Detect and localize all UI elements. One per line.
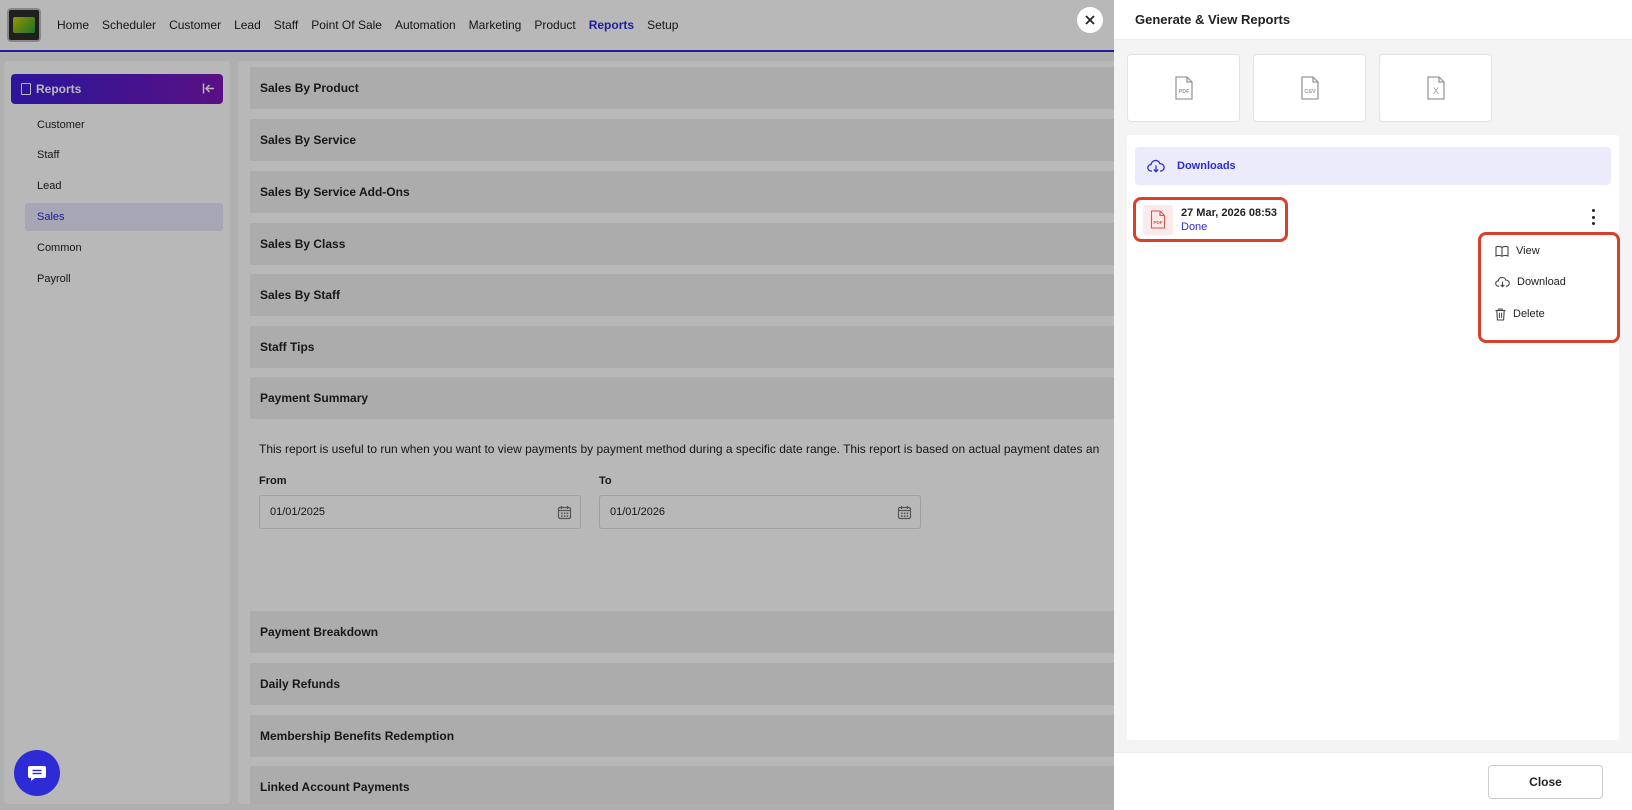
modal-backdrop[interactable] bbox=[0, 0, 1114, 810]
export-csv-button[interactable]: CSV bbox=[1253, 54, 1366, 122]
delete-label: Delete bbox=[1513, 308, 1545, 320]
file-status: Done bbox=[1181, 220, 1208, 233]
pdf-file-icon: PDF bbox=[1174, 76, 1193, 100]
pdf-thumbnail: PDF bbox=[1143, 204, 1173, 235]
view-label: View bbox=[1516, 245, 1540, 257]
menu-item-view[interactable]: View bbox=[1495, 240, 1540, 262]
file-timestamp: 27 Mar, 2026 08:53 bbox=[1181, 206, 1278, 219]
downloads-tab[interactable]: Downloads bbox=[1135, 147, 1611, 185]
trash-icon bbox=[1495, 307, 1506, 321]
downloads-label: Downloads bbox=[1177, 160, 1236, 172]
csv-tile-label: CSV bbox=[1304, 89, 1316, 95]
export-excel-button[interactable]: X bbox=[1379, 54, 1492, 122]
cloud-download-icon bbox=[1147, 159, 1165, 173]
cloud-download-icon bbox=[1495, 276, 1510, 288]
drawer-footer: Close bbox=[1114, 752, 1632, 810]
chat-icon bbox=[28, 766, 46, 781]
pdf-thumb-label: PDF bbox=[1153, 220, 1162, 225]
menu-item-download[interactable]: Download bbox=[1495, 271, 1566, 293]
csv-file-icon: CSV bbox=[1300, 76, 1319, 100]
close-icon bbox=[1085, 15, 1095, 25]
close-drawer-button[interactable] bbox=[1077, 7, 1103, 33]
excel-tile-label: X bbox=[1432, 86, 1438, 96]
excel-file-icon: X bbox=[1426, 76, 1445, 100]
report-file-item[interactable]: PDF 27 Mar, 2026 08:53 Done bbox=[1133, 197, 1288, 242]
book-open-icon bbox=[1495, 245, 1509, 257]
export-pdf-button[interactable]: PDF bbox=[1127, 54, 1240, 122]
menu-item-delete[interactable]: Delete bbox=[1495, 303, 1545, 325]
downloads-panel: Downloads PDF 27 Mar, 2026 08:53 Done Vi… bbox=[1127, 135, 1620, 740]
pdf-tile-label: PDF bbox=[1178, 89, 1190, 95]
close-button[interactable]: Close bbox=[1488, 765, 1603, 799]
chat-button[interactable] bbox=[14, 750, 60, 796]
file-actions-menu: View Download Delete bbox=[1478, 232, 1620, 343]
download-label: Download bbox=[1517, 276, 1566, 288]
pdf-file-icon: PDF bbox=[1150, 210, 1166, 229]
drawer-title: Generate & View Reports bbox=[1114, 0, 1632, 40]
more-options-icon[interactable] bbox=[1588, 209, 1598, 225]
generate-reports-drawer: Generate & View Reports PDF CSV X Downlo… bbox=[1114, 0, 1632, 810]
